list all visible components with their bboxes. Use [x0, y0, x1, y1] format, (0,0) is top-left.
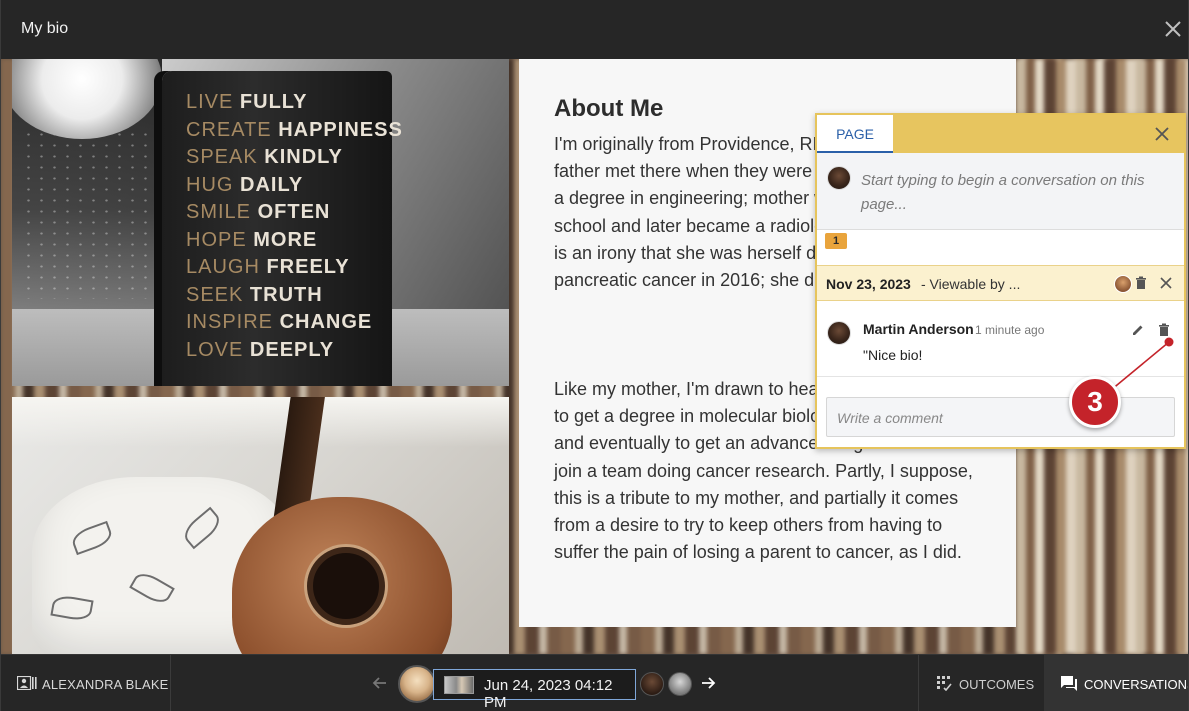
guitar-soundhole: [307, 547, 385, 625]
portfolio-viewer: My bio LIVE FULLY CREATE HAPPINESS SPEAK K…: [0, 0, 1189, 711]
quote-word: HOPE: [186, 228, 254, 251]
callout-badge: 3: [1069, 376, 1121, 428]
book-quote: LIVE FULLY CREATE HAPPINESS SPEAK KINDLY HU…: [186, 89, 403, 364]
owner-name: ALEXANDRA BLAKE: [42, 677, 169, 692]
quote-line: SMILE OFTEN: [186, 199, 403, 227]
tab-page[interactable]: PAGE: [817, 115, 893, 153]
viewer-header: My bio: [1, 0, 1188, 59]
id-card-icon: [17, 676, 37, 690]
portfolio-owner[interactable]: ALEXANDRA BLAKE: [1, 655, 171, 711]
quote-word: DEEPLY: [249, 338, 335, 361]
quote-line: HOPE MORE: [186, 227, 403, 255]
page-thumbnail: [444, 676, 474, 694]
avatar: [827, 166, 851, 190]
outcomes-label: OUTCOMES: [959, 677, 1035, 692]
comment-item: Martin Anderson 1 minute ago "Nice bio!: [817, 307, 1184, 377]
conversations-label: CONVERSATIONS: [1084, 677, 1189, 692]
quote-line: HUG DAILY: [186, 172, 403, 200]
arrow-right-icon[interactable]: [699, 674, 717, 692]
quote-word: HUG: [186, 173, 240, 196]
new-conversation-input[interactable]: Start typing to begin a conversation on …: [861, 169, 1161, 217]
quote-line: INSPIRE CHANGE: [186, 309, 403, 337]
thread-date: Nov 23, 2023: [826, 276, 911, 292]
quote-word: MORE: [253, 228, 318, 251]
conversations-button[interactable]: CONVERSATIONS: [1044, 655, 1189, 711]
quote-word: KINDLY: [264, 146, 343, 168]
book-photo: LIVE FULLY CREATE HAPPINESS SPEAK KINDLY HU…: [12, 59, 509, 386]
version-selector[interactable]: Jun 24, 2023 04:12 PM: [433, 669, 636, 711]
conversation-thread-header[interactable]: Nov 23, 2023 - Viewable by ...: [817, 265, 1184, 301]
quote-line: LIVE FULLY: [186, 89, 403, 117]
version-date: Jun 24, 2023 04:12 PM: [484, 677, 613, 711]
avatar: [1114, 275, 1132, 293]
quote-word: LAUGH: [186, 256, 267, 278]
avatar: [827, 321, 851, 345]
quote-line: SPEAK KINDLY: [186, 144, 403, 172]
quote-word: HAPPINESS: [278, 118, 403, 141]
conversations-icon: [1061, 676, 1077, 691]
quote-line: LAUGH FREELY: [186, 254, 403, 282]
quote-word: SEEK: [186, 283, 250, 306]
popup-tabbar: PAGE: [817, 115, 1184, 153]
quote-word: FREELY: [266, 256, 350, 278]
thread-visibility: - Viewable by ...: [921, 276, 1021, 292]
quote-line: LOVE DEEPLY: [186, 337, 403, 365]
comment-input[interactable]: Write a comment: [826, 397, 1175, 437]
avatar[interactable]: [640, 672, 664, 696]
quote-word: CHANGE: [279, 311, 373, 333]
quote-line: SEEK TRUTH: [186, 282, 403, 310]
quote-word: CREATE: [186, 118, 279, 141]
trash-icon[interactable]: [1134, 276, 1148, 290]
outcomes-icon: [937, 676, 952, 691]
comment-text: "Nice bio!: [863, 347, 923, 363]
article-heading: About Me: [554, 95, 664, 122]
quote-line: CREATE HAPPINESS: [186, 117, 403, 145]
viewer-footer: ALEXANDRA BLAKE Jun 24, 2023 04:12 PM OU…: [1, 654, 1189, 711]
trash-icon[interactable]: [1157, 323, 1171, 337]
close-icon[interactable]: [1159, 276, 1173, 290]
avatar[interactable]: [668, 672, 692, 696]
comment-time: 1 minute ago: [975, 323, 1045, 337]
conversation-marker[interactable]: 1: [825, 233, 847, 249]
close-icon[interactable]: [1154, 126, 1170, 142]
new-conversation-box[interactable]: Start typing to begin a conversation on …: [817, 153, 1184, 230]
quote-word: OFTEN: [257, 201, 331, 223]
quote-word: INSPIRE: [186, 311, 280, 333]
quote-word: LOVE: [186, 338, 250, 361]
quote-word: DAILY: [240, 173, 304, 196]
conversation-popup: PAGE Start typing to begin a conversatio…: [815, 113, 1186, 449]
quote-word: LIVE: [186, 91, 240, 113]
page-title: My bio: [21, 20, 69, 37]
outcomes-button[interactable]: OUTCOMES: [918, 655, 1044, 711]
avatar[interactable]: [398, 665, 436, 703]
close-icon[interactable]: [1162, 18, 1184, 40]
quote-word: TRUTH: [249, 283, 323, 306]
arrow-left-icon[interactable]: [371, 674, 389, 692]
edit-icon[interactable]: [1131, 323, 1145, 337]
comment-input-placeholder: Write a comment: [837, 410, 943, 426]
quote-word: SMILE: [186, 201, 258, 223]
quote-word: SPEAK: [186, 146, 265, 168]
comment-author: Martin Anderson: [863, 321, 974, 337]
guitar-photo: [12, 397, 509, 654]
quote-word: FULLY: [239, 91, 308, 113]
